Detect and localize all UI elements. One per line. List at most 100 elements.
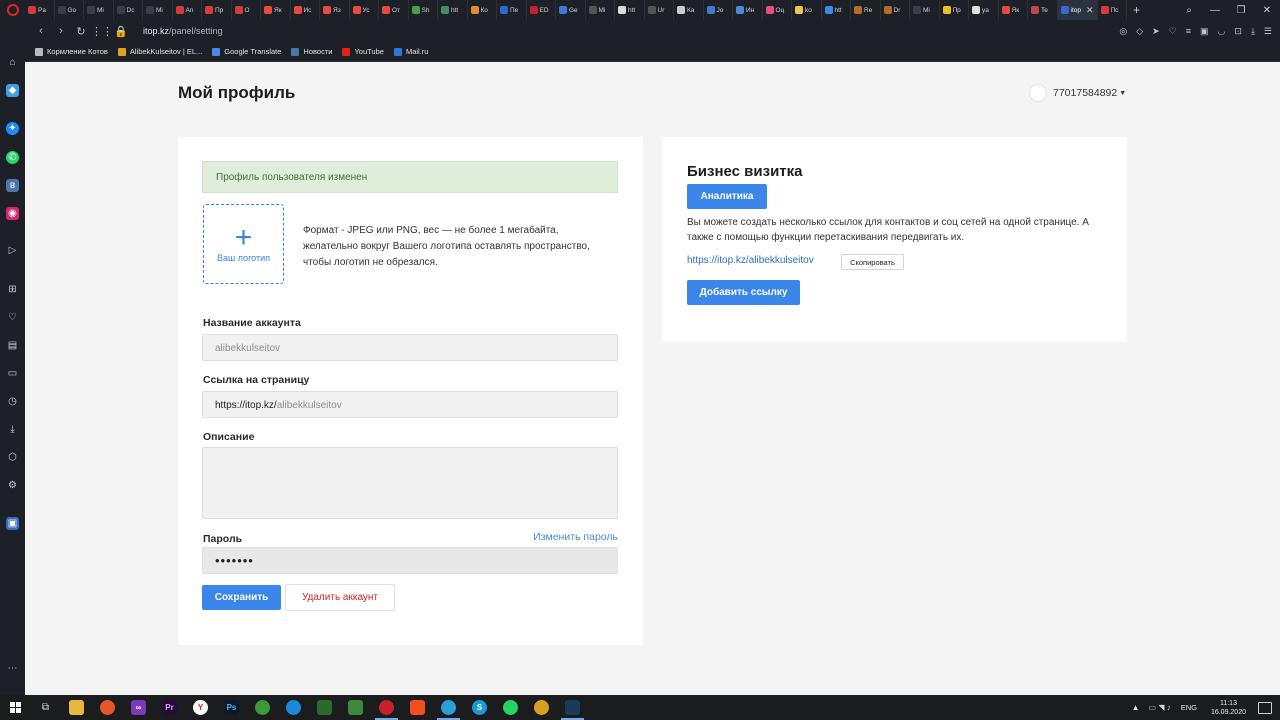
tabs-icon[interactable]: ▭ bbox=[6, 367, 19, 380]
browser-tab[interactable]: Оц bbox=[763, 0, 792, 20]
url-field[interactable]: itop.kz/panel/setting bbox=[143, 26, 223, 36]
taskbar-app[interactable] bbox=[247, 695, 278, 720]
browser-tab[interactable]: Ин bbox=[733, 0, 763, 20]
bitwarden-icon[interactable]: ▣ bbox=[6, 517, 19, 530]
player-icon[interactable]: ▷ bbox=[6, 244, 19, 257]
pocket-icon[interactable]: ◡ bbox=[1218, 26, 1226, 37]
speed-dial-icon[interactable]: ⊞ bbox=[6, 283, 19, 296]
tab-next[interactable]: Пс bbox=[1098, 0, 1127, 20]
taskbar-app-active[interactable] bbox=[371, 695, 402, 720]
camera-icon[interactable]: ◎ bbox=[1119, 26, 1127, 37]
taskbar-app[interactable]: Ps bbox=[216, 695, 247, 720]
shield-icon[interactable]: ◇ bbox=[1136, 26, 1143, 37]
minimize-icon[interactable]: — bbox=[1202, 5, 1228, 16]
taskbar-app[interactable]: Pr bbox=[154, 695, 185, 720]
screenshot-icon[interactable]: ⊡ bbox=[1234, 26, 1242, 37]
browser-tab[interactable]: Як bbox=[999, 0, 1028, 20]
browser-tab[interactable]: Як bbox=[261, 0, 291, 20]
logo-upload-button[interactable]: + Ваш логотип bbox=[203, 204, 284, 284]
vk-icon[interactable]: в bbox=[6, 179, 19, 192]
browser-tab[interactable]: Mi bbox=[910, 0, 940, 20]
taskbar-app[interactable] bbox=[309, 695, 340, 720]
notification-icon[interactable] bbox=[1258, 701, 1272, 714]
taskbar-app[interactable]: Y bbox=[185, 695, 216, 720]
add-link-button[interactable]: Добавить ссылку bbox=[687, 280, 800, 305]
browser-tab[interactable]: Dc bbox=[114, 0, 143, 20]
taskbar-app[interactable] bbox=[495, 695, 526, 720]
restore-icon[interactable]: ❐ bbox=[1228, 5, 1254, 16]
browser-tab[interactable]: Te bbox=[1028, 0, 1058, 20]
taskbar-app[interactable]: ∞ bbox=[123, 695, 154, 720]
taskbar-app[interactable] bbox=[61, 695, 92, 720]
downloads-icon[interactable]: ⤓ bbox=[6, 423, 19, 436]
bookmark-item[interactable]: Новости bbox=[291, 47, 332, 56]
delete-account-button[interactable]: Удалить аккаунт bbox=[285, 584, 395, 611]
user-menu[interactable]: 77017584892 ▼ bbox=[1029, 84, 1126, 102]
new-tab-button[interactable]: + bbox=[1133, 3, 1140, 17]
browser-tab[interactable]: Яз bbox=[320, 0, 350, 20]
close-window-icon[interactable]: ✕ bbox=[1254, 5, 1280, 16]
business-link[interactable]: https://itop.kz/alibekkulseitov bbox=[687, 255, 814, 266]
browser-tab[interactable]: О bbox=[232, 0, 261, 20]
taskbar-app-active[interactable] bbox=[557, 695, 588, 720]
browser-tab[interactable]: Sh bbox=[409, 0, 438, 20]
browser-tab[interactable]: Пр bbox=[202, 0, 232, 20]
browser-tab[interactable]: Mi bbox=[586, 0, 615, 20]
page-link-input[interactable]: https://itop.kz/alibekkulseitov bbox=[202, 391, 618, 418]
home-icon[interactable]: ⌂ bbox=[6, 56, 19, 69]
taskbar-app[interactable] bbox=[402, 695, 433, 720]
browser-tab[interactable]: Mi bbox=[143, 0, 173, 20]
start-button[interactable] bbox=[0, 702, 30, 713]
extensions-icon[interactable]: ⬡ bbox=[6, 451, 19, 464]
news-icon[interactable]: ▤ bbox=[6, 339, 19, 352]
gear-icon[interactable]: ⚙ bbox=[6, 479, 19, 492]
speed-dial-icon[interactable]: ⋮⋮ bbox=[91, 25, 113, 38]
browser-tab[interactable]: Ус bbox=[350, 0, 379, 20]
browser-tab[interactable]: Mi bbox=[84, 0, 114, 20]
reload-icon[interactable]: ↻ bbox=[71, 25, 91, 38]
browser-tab[interactable]: htt bbox=[438, 0, 468, 20]
taskbar-app-active[interactable] bbox=[433, 695, 464, 720]
browser-tab[interactable]: Re bbox=[851, 0, 881, 20]
taskbar-app[interactable] bbox=[278, 695, 309, 720]
browser-tab[interactable]: Jo bbox=[704, 0, 733, 20]
download-icon[interactable]: ⤓ bbox=[1251, 26, 1255, 37]
taskbar-app[interactable]: S bbox=[464, 695, 495, 720]
browser-tab[interactable]: Pa bbox=[25, 0, 55, 20]
tray-expand-icon[interactable]: ▲ bbox=[1132, 703, 1140, 712]
browser-tab[interactable]: Пе bbox=[497, 0, 527, 20]
tray-status-icons[interactable]: ▭ ◥ ♪ bbox=[1149, 703, 1171, 712]
description-textarea[interactable] bbox=[202, 447, 618, 519]
account-name-input[interactable]: alibekkulseitov bbox=[202, 334, 618, 361]
taskbar-app[interactable] bbox=[92, 695, 123, 720]
password-input[interactable]: ••••••• bbox=[202, 547, 618, 574]
analytics-button[interactable]: Аналитика bbox=[687, 184, 767, 209]
browser-tab[interactable]: От bbox=[379, 0, 409, 20]
bookmark-item[interactable]: AlibekKulseitov | EL... bbox=[117, 47, 202, 56]
send-icon[interactable]: ➤ bbox=[1152, 26, 1160, 37]
menu-icon[interactable]: ☰ bbox=[1264, 26, 1272, 37]
save-button[interactable]: Сохранить bbox=[202, 585, 281, 610]
browser-tab[interactable]: Ur bbox=[645, 0, 674, 20]
browser-tab[interactable]: Ge bbox=[556, 0, 586, 20]
browser-tab[interactable]: Go bbox=[55, 0, 84, 20]
settings-icon[interactable]: ≡ bbox=[1186, 26, 1191, 36]
clock[interactable]: 11:13 16.09.2020 bbox=[1211, 699, 1246, 717]
opera-logo-icon[interactable] bbox=[0, 0, 25, 20]
browser-tab[interactable]: ED bbox=[527, 0, 556, 20]
browser-tab[interactable]: Пр bbox=[940, 0, 969, 20]
browser-tab[interactable]: Dr bbox=[881, 0, 910, 20]
browser-tab[interactable]: Ис bbox=[291, 0, 320, 20]
browser-tab[interactable]: Ка bbox=[674, 0, 704, 20]
browser-tab[interactable]: htt bbox=[615, 0, 645, 20]
language-indicator[interactable]: ENG bbox=[1181, 703, 1197, 712]
bookmark-item[interactable]: YouTube bbox=[342, 47, 384, 56]
bookmark-item[interactable]: Mail.ru bbox=[393, 47, 428, 56]
browser-tab[interactable]: htt bbox=[822, 0, 851, 20]
back-icon[interactable]: ‹ bbox=[31, 25, 51, 37]
browser-tab[interactable]: An bbox=[173, 0, 202, 20]
workspace-icon[interactable]: ◆ bbox=[6, 84, 19, 97]
bookmark-item[interactable]: Google Translate bbox=[212, 47, 281, 56]
browser-tab[interactable]: ya bbox=[969, 0, 999, 20]
tab-active[interactable]: itop ✕ bbox=[1057, 0, 1098, 20]
